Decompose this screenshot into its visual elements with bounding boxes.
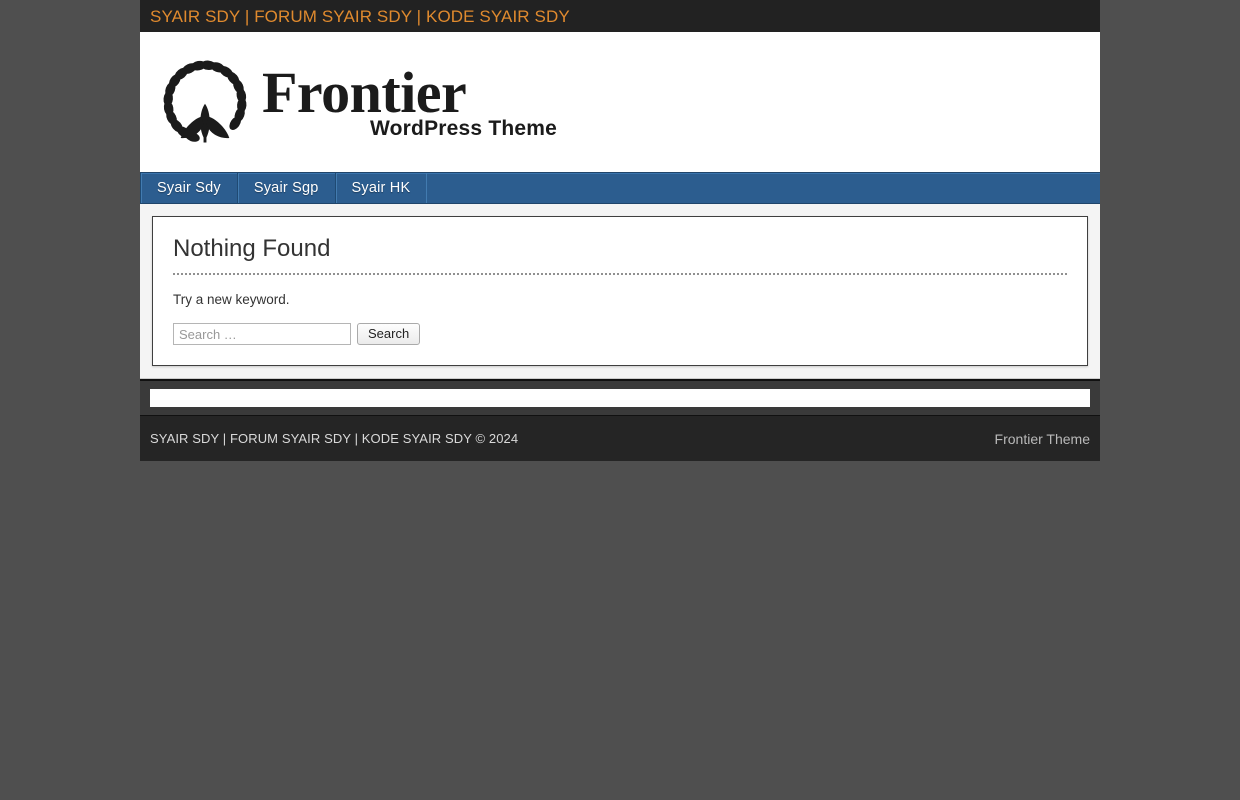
site-header: Frontier WordPress Theme — [140, 32, 1100, 172]
empty-widget — [150, 389, 1090, 407]
page-title: Nothing Found — [173, 235, 331, 262]
footer-copyright: SYAIR SDY | FORUM SYAIR SDY | KODE SYAIR… — [150, 431, 519, 446]
topbar: SYAIR SDY | FORUM SYAIR SDY | KODE SYAIR… — [140, 0, 1100, 32]
nav-item-syair-hk[interactable]: Syair HK — [334, 173, 427, 203]
footer-theme-credit[interactable]: Frontier Theme — [995, 432, 1090, 446]
site-logo[interactable]: Frontier WordPress Theme — [160, 57, 557, 147]
logo-name: Frontier — [262, 59, 467, 125]
site-title-link[interactable]: SYAIR SDY | FORUM SYAIR SDY | KODE SYAIR… — [150, 8, 570, 25]
dotted-divider — [173, 273, 1067, 275]
search-input[interactable] — [173, 323, 351, 345]
logo-subtitle: WordPress Theme — [370, 116, 558, 140]
content-zone: Nothing Found Try a new keyword. Search — [140, 204, 1100, 379]
site-wrapper: SYAIR SDY | FORUM SYAIR SDY | KODE SYAIR… — [140, 0, 1100, 461]
nav-item-syair-sdy[interactable]: Syair Sdy — [140, 173, 237, 203]
search-button[interactable]: Search — [357, 323, 421, 345]
no-results-message: Try a new keyword. — [173, 292, 290, 307]
search-form: Search — [173, 323, 1067, 345]
nav-item-syair-sgp[interactable]: Syair Sgp — [236, 173, 335, 203]
logo-text-group: Frontier WordPress Theme — [262, 59, 558, 141]
laurel-wreath-leaf-emblem-icon — [160, 57, 250, 147]
nav-spacer — [426, 173, 1100, 203]
no-results-card: Nothing Found Try a new keyword. Search — [152, 216, 1088, 366]
footer-widget-area — [140, 379, 1100, 415]
site-footer: SYAIR SDY | FORUM SYAIR SDY | KODE SYAIR… — [140, 415, 1100, 461]
primary-navigation: Syair Sdy Syair Sgp Syair HK — [140, 172, 1100, 204]
